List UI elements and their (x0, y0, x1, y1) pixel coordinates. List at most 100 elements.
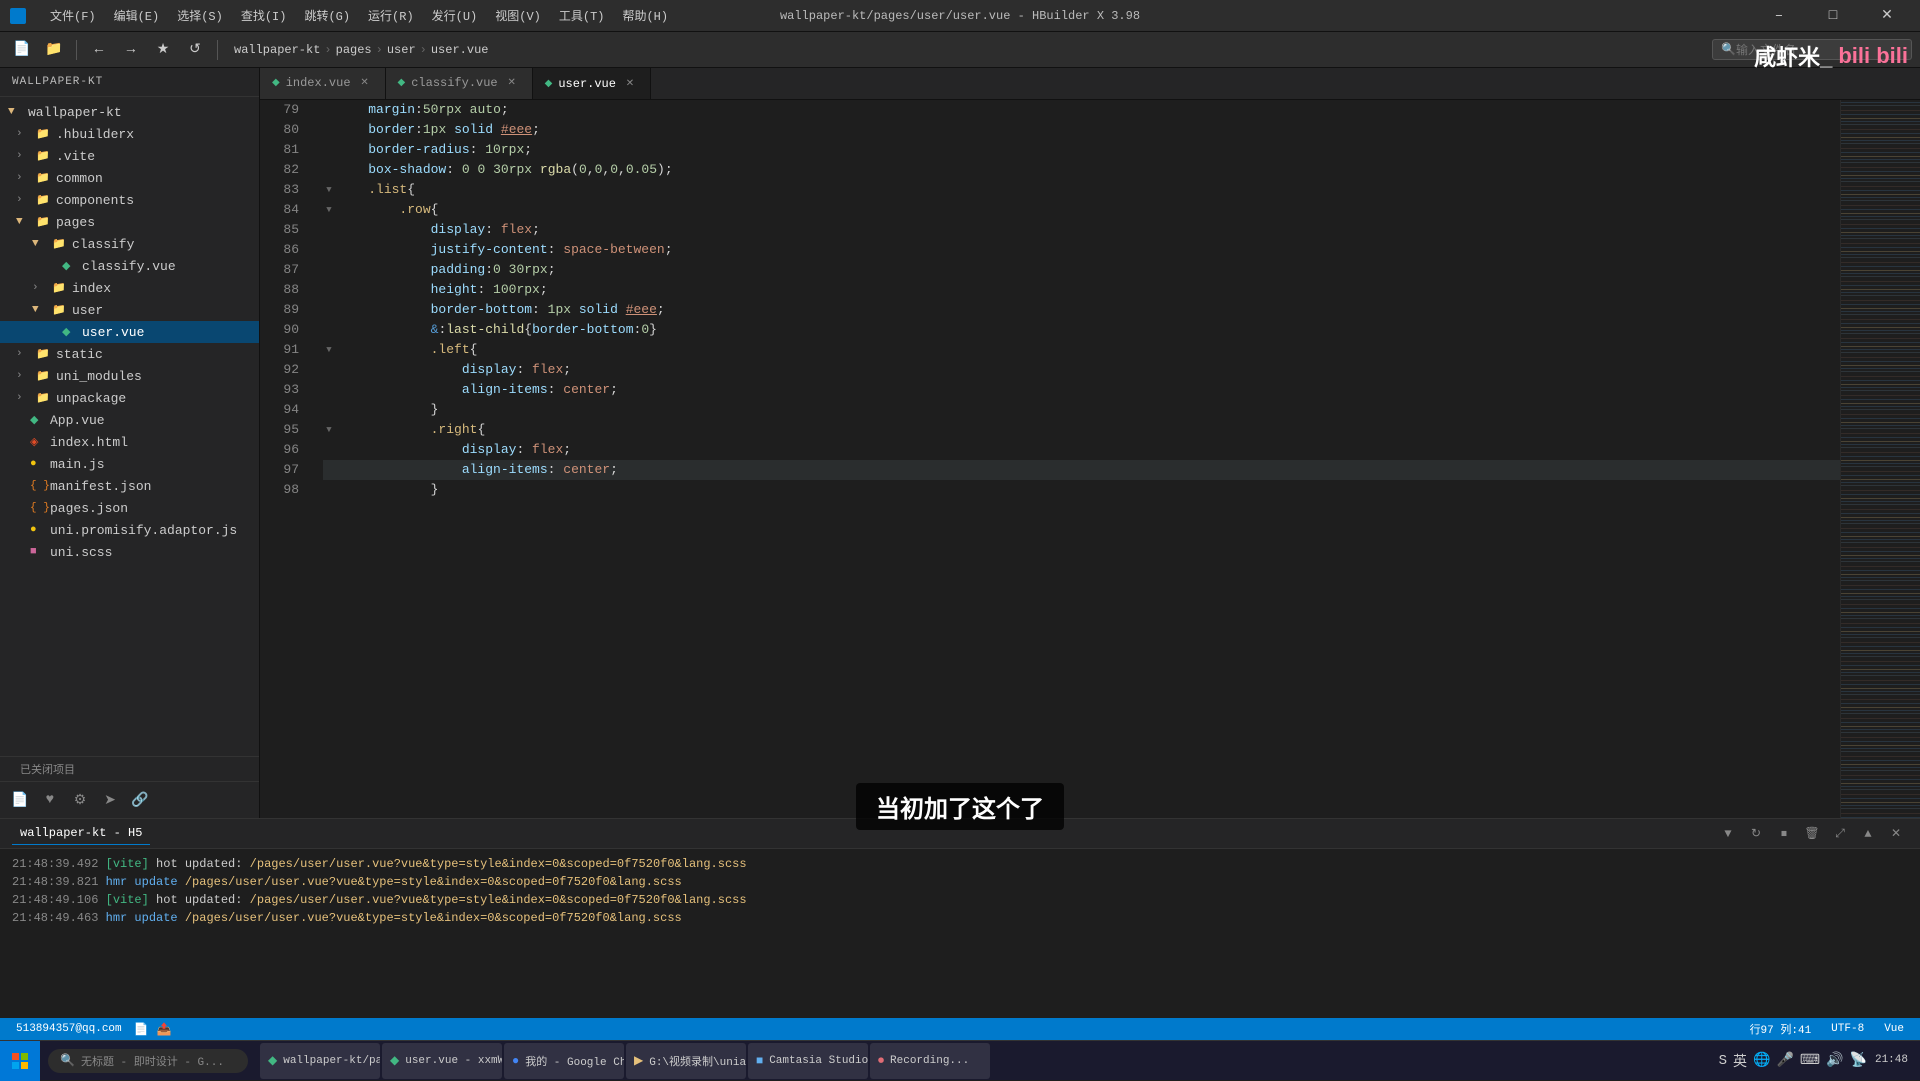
tray-icon-3[interactable]: 🌐 (1753, 1052, 1770, 1069)
tree-item-user-folder[interactable]: ▼ 📁 user (0, 299, 259, 321)
tree-item-hbuilderx[interactable]: › 📁 .hbuilderx (0, 123, 259, 145)
status-user-email[interactable]: 513894357@qq.com (12, 1023, 126, 1035)
breadcrumb-item-3[interactable]: user (387, 43, 416, 57)
menu-publish[interactable]: 发行(U) (424, 5, 486, 26)
taskbar-app-1[interactable]: ◆ wallpaper-kt/pages... (260, 1043, 380, 1079)
tab-classify-vue[interactable]: ◆ classify.vue ✕ (386, 68, 533, 99)
system-clock[interactable]: 21:48 (1875, 1053, 1908, 1068)
tree-item-common[interactable]: › 📁 common (0, 167, 259, 189)
close-button[interactable]: ✕ (1864, 0, 1910, 32)
code-area[interactable]: margin:50rpx auto; border:1px solid #eee… (315, 100, 1840, 818)
tab-close-button[interactable]: ✕ (357, 75, 373, 91)
tree-item-index-html[interactable]: ◈ index.html (0, 431, 259, 453)
breadcrumb-item-2[interactable]: pages (336, 43, 372, 57)
minimap[interactable] (1840, 100, 1920, 818)
code-text: box-shadow: 0 0 30rpx rgba(0,0,0,0.05); (337, 160, 673, 180)
tree-item-classify-vue[interactable]: ◆ classify.vue (0, 255, 259, 277)
code-text: align-items: center; (337, 460, 618, 480)
start-button[interactable] (0, 1041, 40, 1081)
terminal-btn-down[interactable]: ▼ (1716, 822, 1740, 846)
tray-icon-5[interactable]: ⌨ (1800, 1052, 1820, 1069)
bookmark-button[interactable]: ★ (149, 36, 177, 64)
breadcrumb-item-1[interactable]: wallpaper-kt (234, 43, 320, 57)
taskbar-app-6[interactable]: ⏺ Recording... (870, 1043, 990, 1079)
status-encoding[interactable]: UTF-8 (1827, 1023, 1868, 1035)
tab-close-button[interactable]: ✕ (504, 75, 520, 91)
open-file-button[interactable]: 📁 (40, 36, 68, 64)
terminal-btn-trash[interactable]: 🗑 (1800, 822, 1824, 846)
app-label-2: user.vue - xxmWall... (405, 1055, 502, 1067)
line-num-95: 95 (260, 420, 307, 440)
sidebar-btn-1[interactable]: 📄 (8, 788, 32, 812)
tray-icon-1[interactable]: S (1719, 1053, 1727, 1069)
maximize-button[interactable]: □ (1810, 0, 1856, 32)
back-button[interactable]: ← (85, 36, 113, 64)
tab-index-vue[interactable]: ◆ index.vue ✕ (260, 68, 386, 99)
code-text: } (337, 480, 438, 500)
fold-button-91[interactable]: ▼ (323, 344, 335, 356)
menu-edit[interactable]: 编辑(E) (106, 5, 168, 26)
terminal-btn-collapse[interactable]: ▲ (1856, 822, 1880, 846)
menu-tools[interactable]: 工具(T) (551, 5, 613, 26)
status-line-col[interactable]: 行97 列:41 (1746, 1021, 1816, 1037)
taskbar-search[interactable]: 🔍 无标题 - 即时设计 - G... (48, 1049, 248, 1073)
tree-item-unpackage[interactable]: › 📁 unpackage (0, 387, 259, 409)
tree-item-user-vue[interactable]: ◆ user.vue (0, 321, 259, 343)
breadcrumb-item-4[interactable]: user.vue (431, 43, 489, 57)
fold-button-84[interactable]: ▼ (323, 204, 335, 216)
forward-button[interactable]: → (117, 36, 145, 64)
tree-item-pages-json[interactable]: { } pages.json (0, 497, 259, 519)
menu-goto[interactable]: 跳转(G) (296, 5, 358, 26)
new-file-button[interactable]: 📄 (8, 36, 36, 64)
tree-item-vite[interactable]: › 📁 .vite (0, 145, 259, 167)
tray-icon-4[interactable]: 🎤 (1776, 1052, 1793, 1069)
tree-item-uni-scss[interactable]: ■ uni.scss (0, 541, 259, 563)
tree-item-classify[interactable]: ▼ 📁 classify (0, 233, 259, 255)
terminal-btn-refresh[interactable]: ↻ (1744, 822, 1768, 846)
status-language[interactable]: Vue (1880, 1023, 1908, 1035)
terminal-btn-close[interactable]: ✕ (1884, 822, 1908, 846)
menu-select[interactable]: 选择(S) (169, 5, 231, 26)
tab-user-vue[interactable]: ◆ user.vue ✕ (533, 68, 651, 99)
tree-item-app-vue[interactable]: ◆ App.vue (0, 409, 259, 431)
tree-item-uni-promisify[interactable]: ● uni.promisify.adaptor.js (0, 519, 259, 541)
app-icon-5: ■ (756, 1054, 763, 1068)
taskbar-app-5[interactable]: ■ Camtasia Studio - U... (748, 1043, 868, 1079)
tree-item-pages[interactable]: ▼ 📁 pages (0, 211, 259, 233)
sidebar-btn-5[interactable]: 🔗 (128, 788, 152, 812)
tree-item-static[interactable]: › 📁 static (0, 343, 259, 365)
fold-button-95[interactable]: ▼ (323, 424, 335, 436)
tray-icon-7[interactable]: 📡 (1850, 1052, 1867, 1069)
sidebar-btn-2[interactable]: ♥ (38, 788, 62, 812)
history-button[interactable]: ↺ (181, 36, 209, 64)
tray-icon-2[interactable]: 英 (1733, 1051, 1747, 1071)
tree-item-index[interactable]: › 📁 index (0, 277, 259, 299)
terminal-tab-active[interactable]: wallpaper-kt - H5 (12, 822, 150, 845)
close-projects-button[interactable]: 已关闭项目 (12, 761, 83, 781)
minimize-button[interactable]: – (1756, 0, 1802, 32)
menu-find[interactable]: 查找(I) (233, 5, 295, 26)
code-editor[interactable]: 79 80 81 82 83 84 85 86 87 88 89 90 91 9… (260, 100, 1920, 818)
tree-item-main-js[interactable]: ● main.js (0, 453, 259, 475)
tree-item-root[interactable]: ▼ wallpaper-kt (0, 101, 259, 123)
sidebar-btn-4[interactable]: ➤ (98, 788, 122, 812)
windows-icon (12, 1053, 28, 1069)
tree-item-uni-modules[interactable]: › 📁 uni_modules (0, 365, 259, 387)
terminal-btn-external[interactable]: ⤢ (1828, 822, 1852, 846)
menu-file[interactable]: 文件(F) (42, 5, 104, 26)
tree-label: classify (72, 237, 134, 252)
sidebar-btn-3[interactable]: ⚙ (68, 788, 92, 812)
tray-icon-6[interactable]: 🔊 (1826, 1052, 1843, 1069)
taskbar-app-2[interactable]: ◆ user.vue - xxmWall... (382, 1043, 502, 1079)
menu-help[interactable]: 帮助(H) (614, 5, 676, 26)
taskbar-app-3[interactable]: ● 我的 - Google Chro... (504, 1043, 624, 1079)
tree-item-components[interactable]: › 📁 components (0, 189, 259, 211)
menu-run[interactable]: 运行(R) (360, 5, 422, 26)
tab-close-button[interactable]: ✕ (622, 76, 638, 92)
fold-button-83[interactable]: ▼ (323, 184, 335, 196)
tree-label: index.html (50, 435, 128, 450)
taskbar-app-4[interactable]: ▶ G:\视频录制\uniapp... (626, 1043, 746, 1079)
tree-item-manifest-json[interactable]: { } manifest.json (0, 475, 259, 497)
terminal-btn-stop[interactable]: ⏹ (1772, 822, 1796, 846)
menu-view[interactable]: 视图(V) (487, 5, 549, 26)
